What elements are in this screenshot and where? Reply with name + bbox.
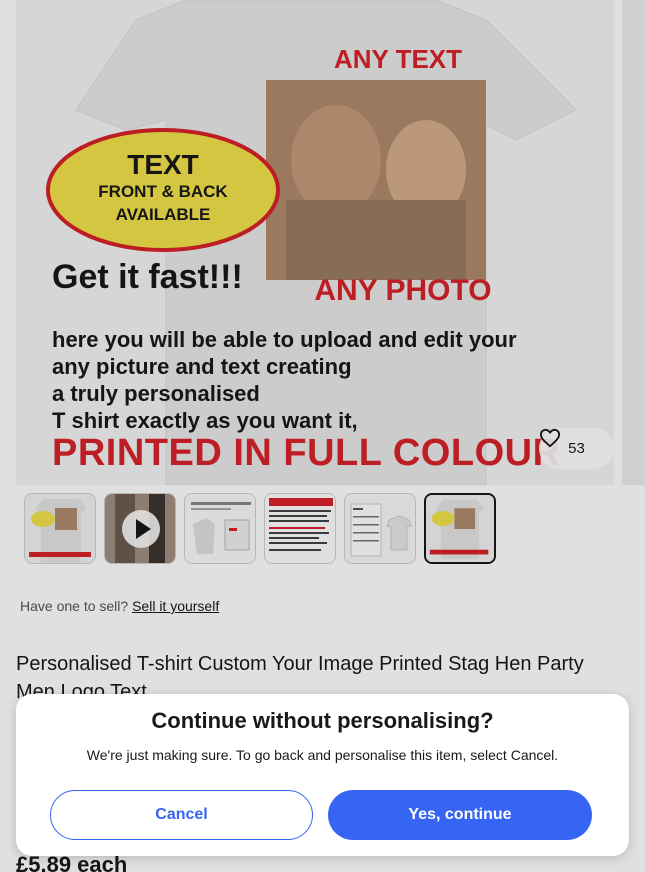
- cancel-button[interactable]: Cancel: [50, 790, 313, 840]
- confirm-dialog: Continue without personalising? We're ju…: [16, 694, 629, 856]
- yes-continue-button[interactable]: Yes, continue: [328, 790, 592, 840]
- dialog-title: Continue without personalising?: [151, 708, 494, 733]
- dialog-message: We're just making sure. To go back and p…: [86, 747, 559, 763]
